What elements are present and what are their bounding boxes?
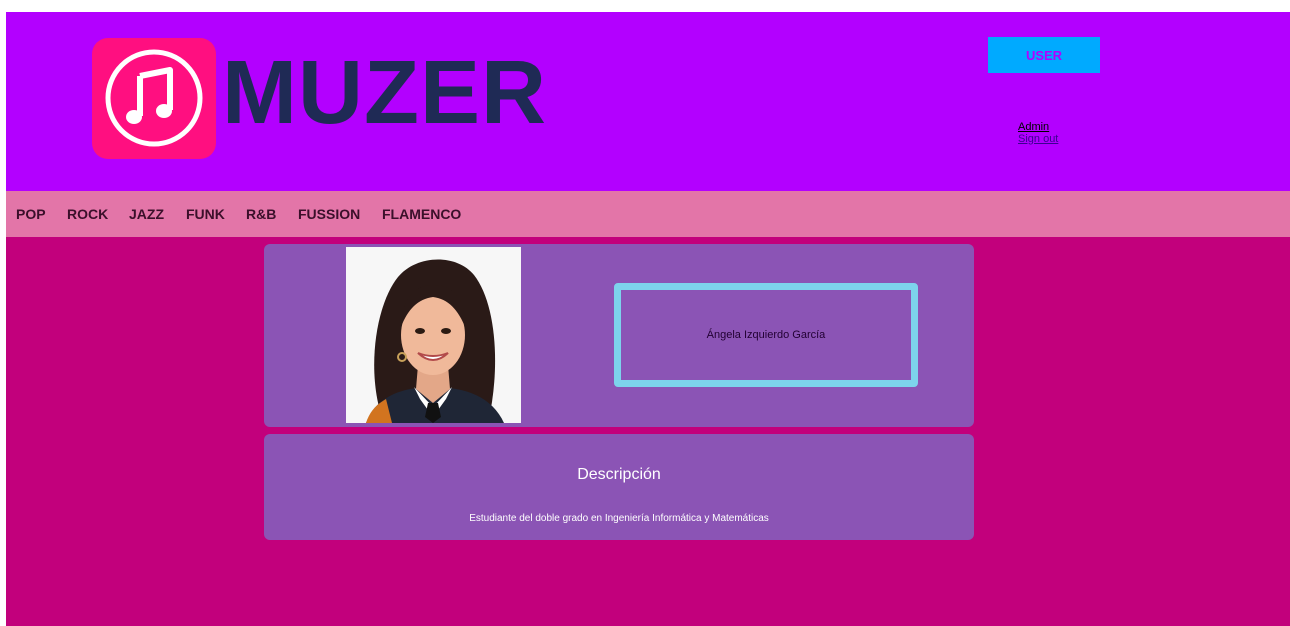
nav-item-rnb[interactable]: R&B (246, 206, 276, 222)
nav-item-fussion[interactable]: FUSSION (298, 206, 360, 222)
nav-item-rock[interactable]: ROCK (67, 206, 108, 222)
profile-card: Ángela Izquierdo García (264, 244, 974, 427)
genre-nav: POP ROCK JAZZ FUNK R&B FUSSION FLAMENCO (6, 191, 1290, 237)
profile-name-box: Ángela Izquierdo García (614, 283, 918, 387)
nav-item-funk[interactable]: FUNK (186, 206, 225, 222)
description-text: Estudiante del doble grado en Ingeniería… (469, 513, 769, 524)
site-header: MUZER USER Admin Sign out (6, 12, 1290, 191)
sign-out-link[interactable]: Sign out (1018, 133, 1058, 145)
nav-item-jazz[interactable]: JAZZ (129, 206, 164, 222)
music-note-icon[interactable] (92, 38, 216, 159)
user-links: Admin Sign out (1018, 121, 1058, 145)
profile-photo (346, 247, 521, 423)
nav-item-flamenco[interactable]: FLAMENCO (382, 206, 461, 222)
description-card: Descripción Estudiante del doble grado e… (264, 434, 974, 540)
profile-name: Ángela Izquierdo García (706, 329, 826, 341)
admin-link[interactable]: Admin (1018, 121, 1058, 133)
description-title: Descripción (577, 466, 661, 483)
brand-name[interactable]: MUZER (222, 48, 547, 138)
nav-item-pop[interactable]: POP (16, 206, 46, 222)
user-button[interactable]: USER (988, 37, 1100, 73)
page: MUZER USER Admin Sign out POP ROCK JAZZ … (6, 12, 1290, 626)
